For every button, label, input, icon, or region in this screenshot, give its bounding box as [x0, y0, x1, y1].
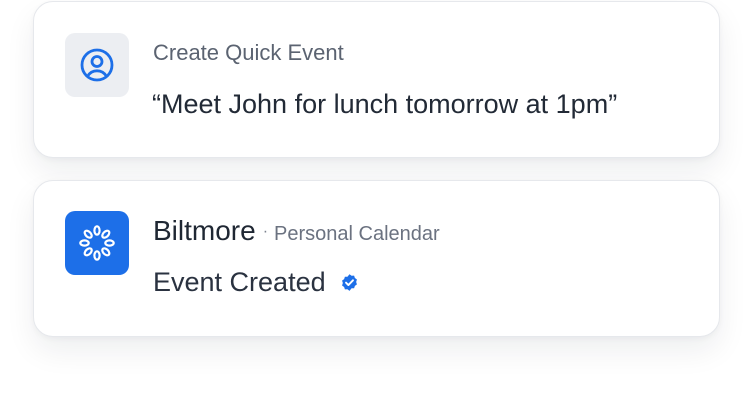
- quick-event-card[interactable]: Create Quick Event “Meet John for lunch …: [33, 1, 720, 158]
- app-logo-tile: [65, 211, 129, 275]
- notification-stack: Create Quick Event “Meet John for lunch …: [0, 0, 754, 402]
- status-text: Event Created: [153, 267, 326, 297]
- event-created-card[interactable]: Biltmore · Personal Calendar Event Creat…: [33, 180, 720, 337]
- biltmore-logo-icon: [79, 225, 115, 261]
- event-source: Biltmore · Personal Calendar: [153, 215, 440, 247]
- quick-event-title: Create Quick Event: [153, 40, 344, 65]
- quick-event-query: “Meet John for lunch tomorrow at 1pm”: [152, 89, 618, 119]
- separator-dot: ·: [262, 223, 269, 240]
- app-name: Biltmore: [153, 215, 256, 246]
- calendar-name: Personal Calendar: [274, 223, 440, 245]
- event-status: Event Created: [153, 267, 359, 298]
- verified-check-icon: [340, 273, 359, 292]
- user-avatar-tile: [65, 33, 129, 97]
- user-circle-icon: [80, 48, 114, 82]
